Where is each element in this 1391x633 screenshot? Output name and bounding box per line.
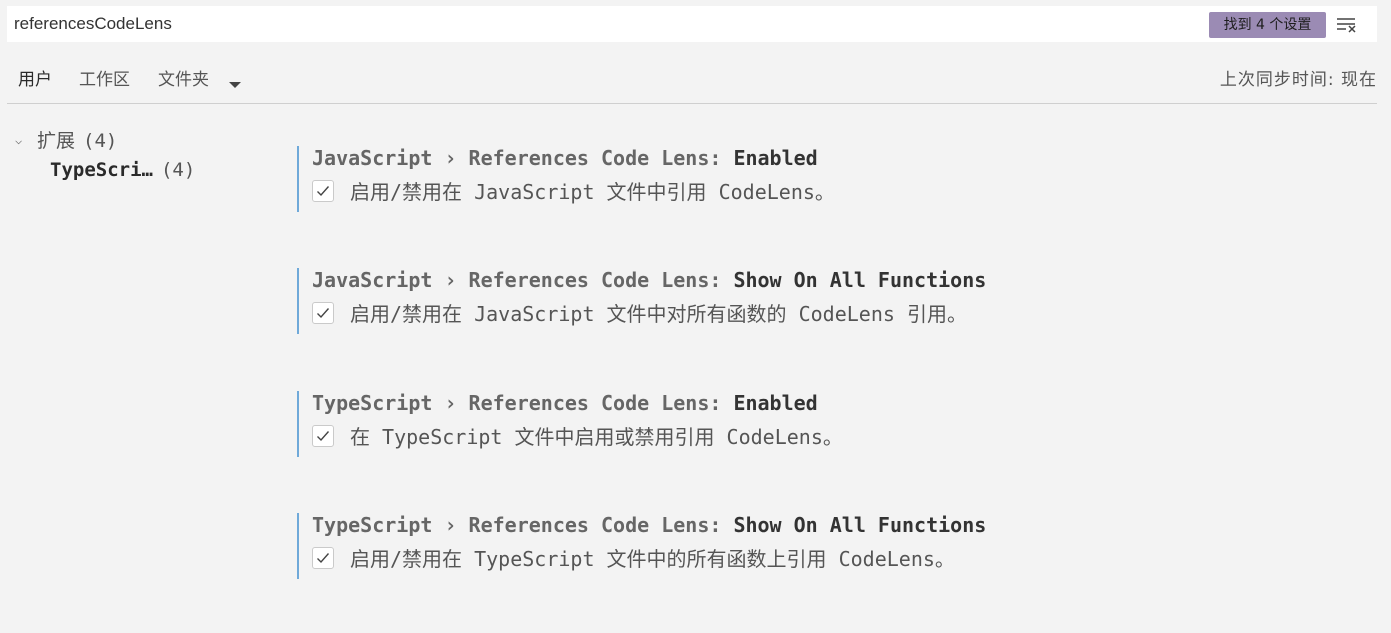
- setting-title: TypeScript › References Code Lens: Enabl…: [312, 391, 818, 415]
- tab-user[interactable]: 用户: [18, 62, 52, 104]
- setting-name: Enabled: [733, 391, 818, 415]
- clear-filter-icon[interactable]: [1335, 15, 1359, 35]
- setting-item: TypeScript › References Code Lens: Enabl…: [297, 391, 1359, 457]
- settings-search-input[interactable]: [7, 6, 1197, 42]
- setting-description: 启用/禁用在 JavaScript 文件中引用 CodeLens。: [350, 180, 835, 204]
- tab-folder[interactable]: 文件夹: [158, 62, 209, 104]
- chevron-down-icon[interactable]: [228, 75, 242, 88]
- setting-name: Show On All Functions: [733, 268, 987, 292]
- toc-typescript-count: (4): [160, 159, 196, 181]
- toc-extensions-count: (4): [83, 130, 118, 152]
- toc-item-extensions[interactable]: ⌵ 扩展 (4): [15, 126, 117, 153]
- setting-description: 启用/禁用在 TypeScript 文件中的所有函数上引用 CodeLens。: [350, 547, 955, 571]
- settings-search-bar: 找到 4 个设置: [7, 6, 1377, 42]
- sync-status: 上次同步时间: 现在: [1219, 70, 1377, 90]
- setting-checkbox[interactable]: [312, 425, 334, 447]
- setting-title: JavaScript › References Code Lens: Show …: [312, 268, 986, 292]
- setting-item: JavaScript › References Code Lens: Show …: [297, 268, 1359, 334]
- toc-extensions-label: 扩展: [37, 130, 76, 152]
- setting-checkbox[interactable]: [312, 302, 334, 324]
- search-result-count-badge: 找到 4 个设置: [1209, 12, 1326, 38]
- settings-scope-tabs: 用户 工作区 文件夹 上次同步时间: 现在: [7, 62, 1377, 104]
- setting-category: JavaScript › References Code Lens:: [312, 146, 734, 170]
- setting-name: Show On All Functions: [733, 513, 987, 537]
- setting-description: 在 TypeScript 文件中启用或禁用引用 CodeLens。: [350, 425, 843, 449]
- setting-name: Enabled: [733, 146, 818, 170]
- toc-typescript-label: TypeScri…: [50, 159, 153, 181]
- setting-item: JavaScript › References Code Lens: Enabl…: [297, 146, 1359, 212]
- setting-item: TypeScript › References Code Lens: Show …: [297, 513, 1359, 579]
- setting-category: TypeScript › References Code Lens:: [312, 391, 734, 415]
- setting-description: 启用/禁用在 JavaScript 文件中对所有函数的 CodeLens 引用。: [350, 302, 967, 326]
- setting-title: JavaScript › References Code Lens: Enabl…: [312, 146, 818, 170]
- setting-title: TypeScript › References Code Lens: Show …: [312, 513, 986, 537]
- setting-checkbox[interactable]: [312, 180, 334, 202]
- tab-workspace[interactable]: 工作区: [79, 62, 130, 104]
- chevron-down-icon: ⌵: [15, 133, 23, 147]
- toc-item-typescript[interactable]: TypeScri… (4): [50, 159, 195, 181]
- setting-category: TypeScript › References Code Lens:: [312, 513, 734, 537]
- setting-category: JavaScript › References Code Lens:: [312, 268, 734, 292]
- setting-checkbox[interactable]: [312, 547, 334, 569]
